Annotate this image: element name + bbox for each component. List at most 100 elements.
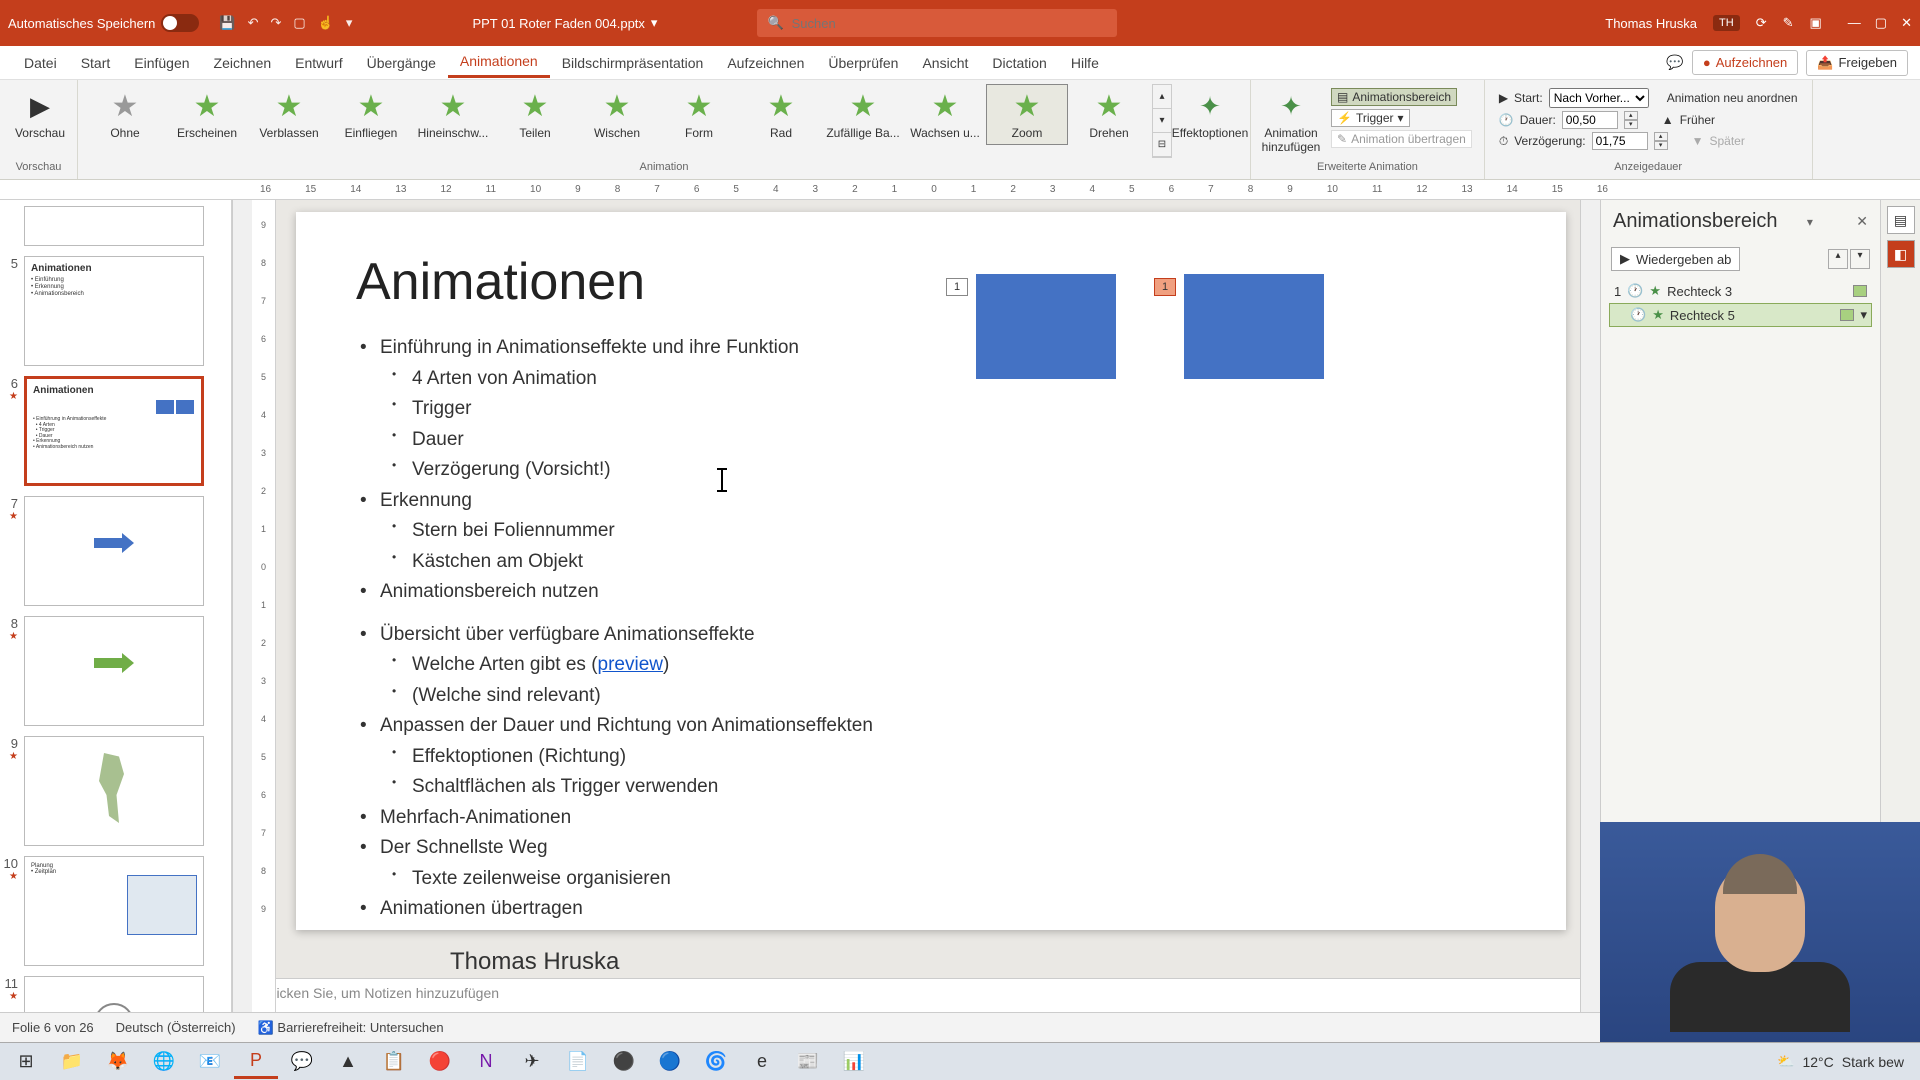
add-animation-button[interactable]: ✦ Animation hinzufügen [1257, 84, 1325, 154]
tab-bildschirm[interactable]: Bildschirmpräsentation [550, 49, 716, 77]
thumb-scrollbar[interactable] [232, 200, 252, 1012]
preview-button[interactable]: ▶ Vorschau [6, 84, 74, 140]
app-icon[interactable]: ▣ [1810, 15, 1822, 31]
anim-tag-2[interactable]: 1 [1154, 278, 1176, 296]
qat-more-icon[interactable]: ▾ [346, 15, 353, 31]
comments-icon[interactable]: 💬 [1666, 54, 1683, 71]
tab-uebergaenge[interactable]: Übergänge [355, 49, 448, 77]
autosave-switch[interactable] [161, 14, 199, 32]
tab-ansicht[interactable]: Ansicht [910, 49, 980, 77]
vlc-icon[interactable]: ▲ [326, 1045, 370, 1079]
outlook-icon[interactable]: 📧 [188, 1045, 232, 1079]
rectangle-5[interactable] [1184, 274, 1324, 379]
anim-wachsen[interactable]: ★Wachsen u... [904, 84, 986, 145]
anim-item-1[interactable]: 1🕐★Rechteck 3 [1609, 279, 1872, 303]
slide-thumb-8[interactable] [24, 616, 204, 726]
delay-input[interactable] [1592, 132, 1648, 150]
anim-ohne[interactable]: ★Ohne [84, 84, 166, 145]
slide-thumb-6[interactable]: Animationen• Einführung in Animationseff… [24, 376, 204, 486]
anim-wischen[interactable]: ★Wischen [576, 84, 658, 145]
powerpoint-icon[interactable]: P [234, 1045, 278, 1079]
slide-thumb-5[interactable]: Animationen• Einführung• Erkennung• Anim… [24, 256, 204, 366]
tool-2[interactable]: ◧ [1887, 240, 1915, 268]
draw-icon[interactable]: ✎ [1783, 15, 1794, 31]
move-up-button[interactable]: ▴ [1828, 249, 1848, 269]
canvas-scrollbar[interactable] [1580, 200, 1600, 1012]
sync-icon[interactable]: ⟳ [1756, 15, 1767, 31]
autosave-toggle[interactable]: Automatisches Speichern [8, 14, 199, 32]
animation-pane-button[interactable]: ▤Animationsbereich [1331, 88, 1457, 106]
anim-teilen[interactable]: ★Teilen [494, 84, 576, 145]
app-icon-1[interactable]: 💬 [280, 1045, 324, 1079]
explorer-icon[interactable]: 📁 [50, 1045, 94, 1079]
app-icon-7[interactable]: 📰 [786, 1045, 830, 1079]
touch-icon[interactable]: ☝ [318, 15, 334, 31]
slide-thumb-10[interactable]: Planung• Zeitplan [24, 856, 204, 966]
record-button[interactable]: ●Aufzeichnen [1692, 50, 1798, 75]
anim-rad[interactable]: ★Rad [740, 84, 822, 145]
app-icon-2[interactable]: 📋 [372, 1045, 416, 1079]
slide-author[interactable]: Thomas Hruska [450, 948, 1506, 976]
tool-1[interactable]: ▤ [1887, 206, 1915, 234]
slide-title[interactable]: Animationen [356, 252, 1506, 312]
tab-start[interactable]: Start [69, 49, 123, 77]
user-badge[interactable]: TH [1713, 15, 1740, 31]
tab-einfuegen[interactable]: Einfügen [122, 49, 201, 77]
onenote-icon[interactable]: N [464, 1045, 508, 1079]
slide-thumb-partial[interactable] [24, 206, 204, 246]
undo-icon[interactable]: ↶ [248, 15, 259, 31]
tab-hilfe[interactable]: Hilfe [1059, 49, 1111, 77]
effect-options-button[interactable]: ✦ Effektoptionen [1176, 84, 1244, 158]
slide-thumb-7[interactable] [24, 496, 204, 606]
item-dropdown-icon[interactable]: ▾ [1860, 307, 1867, 323]
user-name[interactable]: Thomas Hruska [1605, 16, 1697, 31]
tab-dictation[interactable]: Dictation [980, 49, 1058, 77]
close-icon[interactable]: ✕ [1901, 15, 1912, 31]
obs-icon[interactable]: ⚫ [602, 1045, 646, 1079]
present-icon[interactable]: ▢ [293, 15, 305, 31]
animpane-close-icon[interactable]: ✕ [1856, 213, 1868, 230]
anim-einfliegen[interactable]: ★Einfliegen [330, 84, 412, 145]
anim-verblassen[interactable]: ★Verblassen [248, 84, 330, 145]
tab-zeichnen[interactable]: Zeichnen [202, 49, 284, 77]
anim-item-2[interactable]: 🕐★Rechteck 5▾ [1609, 303, 1872, 327]
anim-erscheinen[interactable]: ★Erscheinen [166, 84, 248, 145]
weather-widget[interactable]: ⛅ 12°C Stark bew [1765, 1053, 1916, 1070]
slide-thumb-11[interactable] [24, 976, 204, 1012]
search-box[interactable]: 🔍 [757, 9, 1117, 37]
edge-icon[interactable]: e [740, 1045, 784, 1079]
start-button[interactable]: ⊞ [4, 1045, 48, 1079]
gallery-scroll[interactable]: ▴▾⊟ [1152, 84, 1172, 158]
tab-entwurf[interactable]: Entwurf [283, 49, 354, 77]
anim-form[interactable]: ★Form [658, 84, 740, 145]
anim-tag-1[interactable]: 1 [946, 278, 968, 296]
slide-thumbnails[interactable]: 5Animationen• Einführung• Erkennung• Ani… [0, 200, 232, 1012]
app-icon-4[interactable]: 📄 [556, 1045, 600, 1079]
animpane-dropdown-icon[interactable]: ▾ [1807, 215, 1813, 229]
tab-aufzeichnen[interactable]: Aufzeichnen [715, 49, 816, 77]
dauer-input[interactable] [1562, 111, 1618, 129]
slide-count[interactable]: Folie 6 von 26 [12, 1020, 94, 1035]
language[interactable]: Deutsch (Österreich) [116, 1020, 236, 1035]
notes-area[interactable]: Klicken Sie, um Notizen hinzuzufügen [252, 978, 1580, 1012]
anim-hineinschweben[interactable]: ★Hineinschw... [412, 84, 494, 145]
tab-ueberpruefen[interactable]: Überprüfen [816, 49, 910, 77]
share-button[interactable]: 📤Freigeben [1806, 50, 1908, 76]
chrome-icon[interactable]: 🌐 [142, 1045, 186, 1079]
slide-thumb-9[interactable] [24, 736, 204, 846]
trigger-button[interactable]: ⚡Trigger ▾ [1331, 109, 1410, 127]
anim-drehen[interactable]: ★Drehen [1068, 84, 1150, 145]
minimize-icon[interactable]: — [1848, 15, 1861, 31]
chevron-down-icon[interactable]: ▾ [651, 15, 658, 31]
rectangle-3[interactable] [976, 274, 1116, 379]
tab-datei[interactable]: Datei [12, 49, 69, 77]
app-icon-3[interactable]: 🔴 [418, 1045, 462, 1079]
app-icon-8[interactable]: 📊 [832, 1045, 876, 1079]
anim-zoom[interactable]: ★Zoom [986, 84, 1068, 145]
slide[interactable]: Animationen Einführung in Animationseffe… [296, 212, 1566, 930]
search-input[interactable] [792, 16, 1108, 31]
firefox-icon[interactable]: 🦊 [96, 1045, 140, 1079]
start-select[interactable]: Nach Vorher... [1549, 88, 1649, 108]
telegram-icon[interactable]: ✈ [510, 1045, 554, 1079]
save-icon[interactable]: 💾 [219, 15, 235, 31]
